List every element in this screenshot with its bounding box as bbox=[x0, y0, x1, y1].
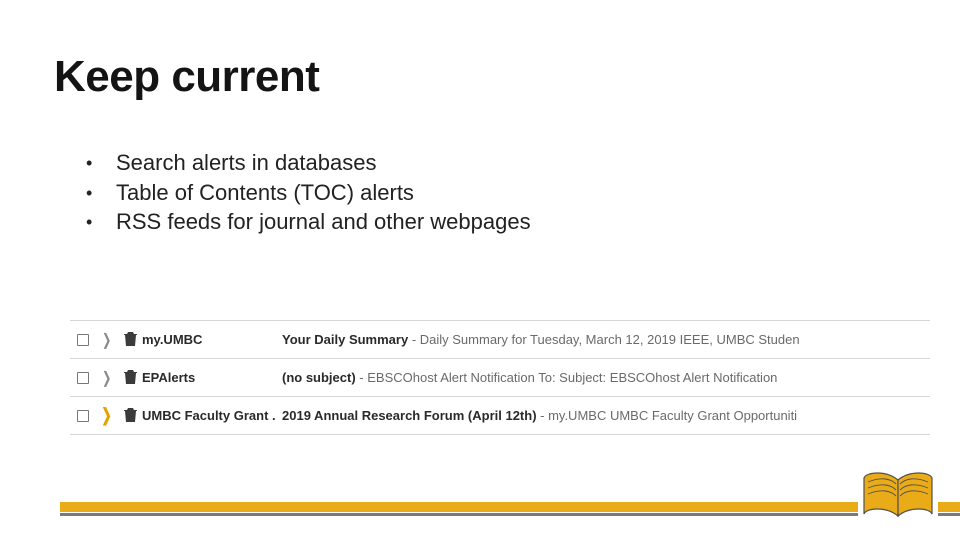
email-sender: my.UMBC bbox=[142, 332, 282, 347]
email-subject-bold: (no subject) bbox=[282, 370, 356, 385]
bullet-item: Table of Contents (TOC) alerts bbox=[86, 178, 531, 208]
email-row[interactable]: ❯ EPAlerts (no subject) - EBSCOhost Aler… bbox=[70, 359, 930, 397]
footer-accent-bar bbox=[60, 502, 960, 512]
email-subject: Your Daily Summary - Daily Summary for T… bbox=[282, 332, 930, 347]
email-row[interactable]: ❯ UMBC Faculty Grant . 2019 Annual Resea… bbox=[70, 397, 930, 435]
email-list: ❯ my.UMBC Your Daily Summary - Daily Sum… bbox=[70, 320, 930, 435]
book-logo-icon bbox=[858, 468, 938, 526]
checkbox[interactable] bbox=[70, 334, 96, 346]
bullet-list: Search alerts in databases Table of Cont… bbox=[86, 148, 531, 237]
email-subject-preview: - Daily Summary for Tuesday, March 12, 2… bbox=[408, 332, 799, 347]
email-sender: EPAlerts bbox=[142, 370, 282, 385]
slide: Keep current Search alerts in databases … bbox=[0, 0, 960, 540]
email-subject: (no subject) - EBSCOhost Alert Notificat… bbox=[282, 370, 930, 385]
email-subject: 2019 Annual Research Forum (April 12th) … bbox=[282, 408, 930, 423]
email-subject-preview: - my.UMBC UMBC Faculty Grant Opportuniti bbox=[537, 408, 798, 423]
checkbox[interactable] bbox=[70, 372, 96, 384]
email-subject-preview: - EBSCOhost Alert Notification To: Subje… bbox=[356, 370, 778, 385]
email-subject-bold: Your Daily Summary bbox=[282, 332, 408, 347]
checkbox[interactable] bbox=[70, 410, 96, 422]
email-row[interactable]: ❯ my.UMBC Your Daily Summary - Daily Sum… bbox=[70, 321, 930, 359]
expand-chevron-icon[interactable]: ❯ bbox=[96, 330, 118, 350]
trash-icon[interactable] bbox=[118, 332, 142, 347]
slide-title: Keep current bbox=[54, 52, 319, 102]
email-sender: UMBC Faculty Grant . bbox=[142, 408, 282, 423]
trash-icon[interactable] bbox=[118, 408, 142, 423]
email-subject-bold: 2019 Annual Research Forum (April 12th) bbox=[282, 408, 537, 423]
bullet-item: RSS feeds for journal and other webpages bbox=[86, 207, 531, 237]
trash-icon[interactable] bbox=[118, 370, 142, 385]
important-chevron-icon[interactable]: ❯ bbox=[96, 405, 118, 426]
bullet-item: Search alerts in databases bbox=[86, 148, 531, 178]
expand-chevron-icon[interactable]: ❯ bbox=[96, 368, 118, 388]
footer-underline bbox=[60, 513, 960, 516]
